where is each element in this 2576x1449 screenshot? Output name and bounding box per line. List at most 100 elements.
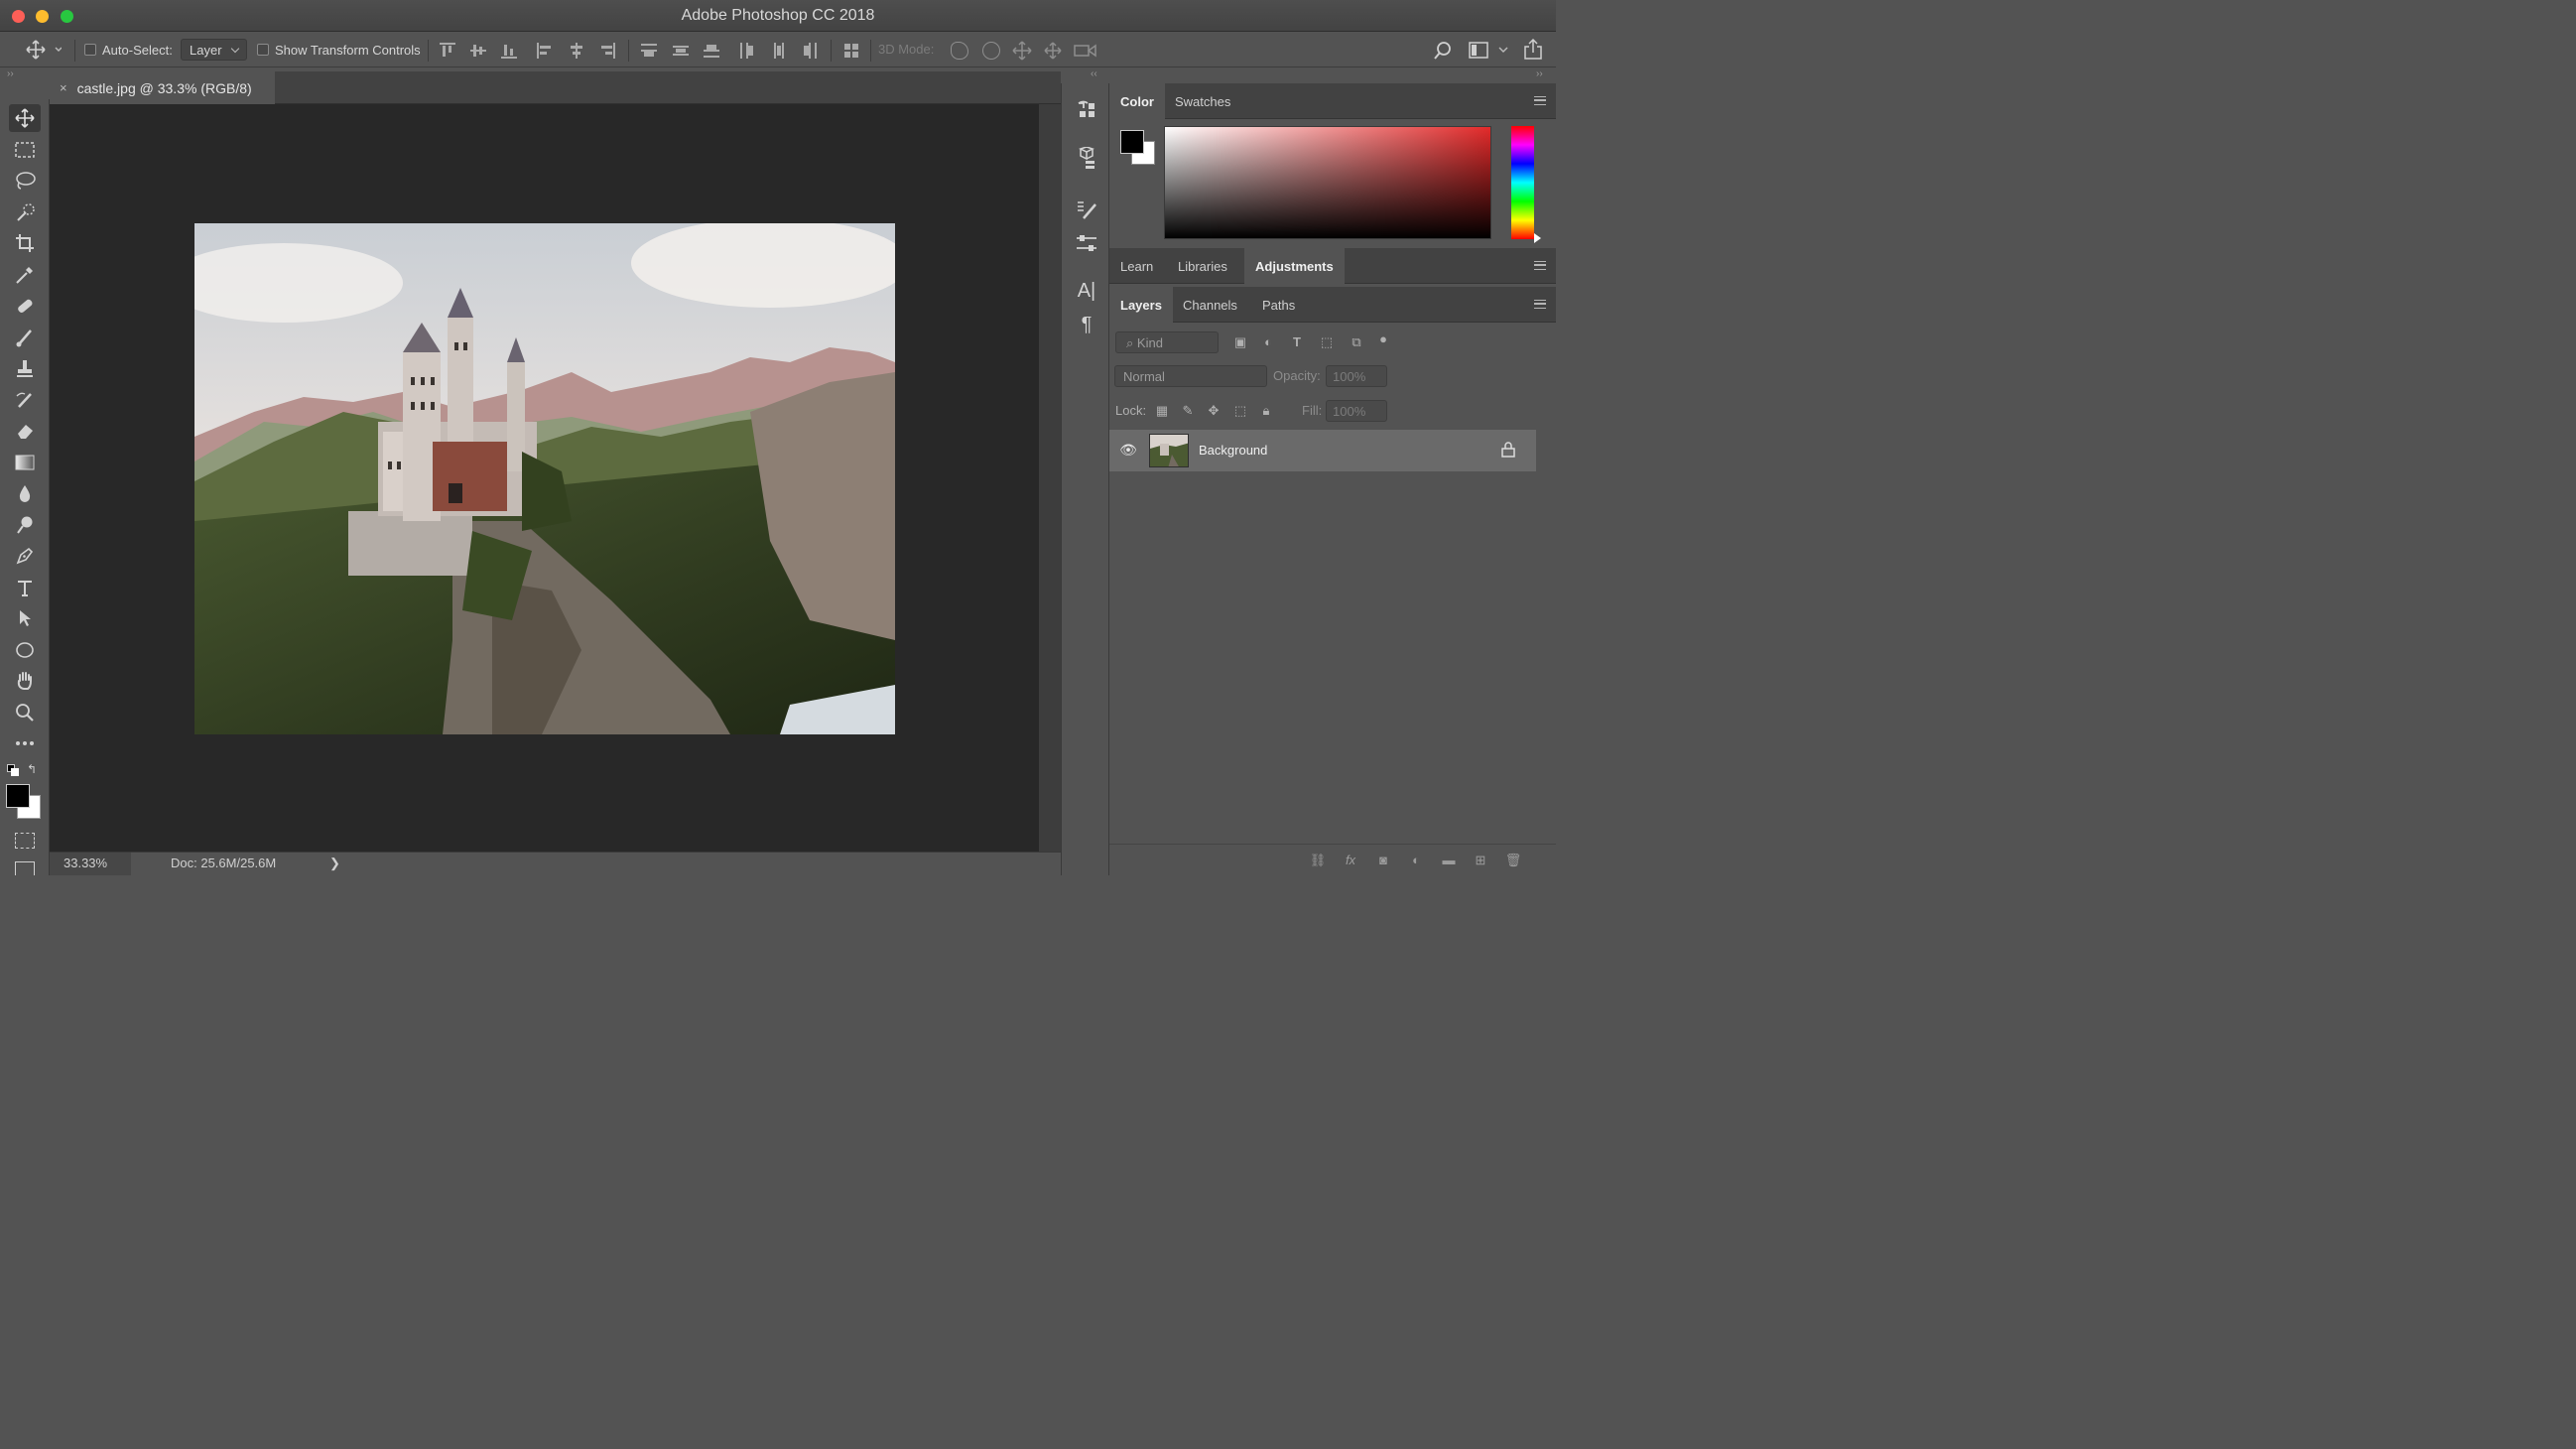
distribute-bottom-edges-icon[interactable] (704, 43, 719, 59)
delete-layer-trash-icon[interactable]: 🗑︎ (1504, 853, 1522, 868)
opacity-field[interactable]: 100% (1326, 365, 1387, 387)
tab-paths[interactable]: Paths (1251, 287, 1306, 323)
document-tab-castle[interactable]: × castle.jpg @ 33.3% (RGB/8) (50, 71, 275, 104)
filter-adjustment-layers-icon[interactable]: ◐ (1260, 334, 1276, 350)
panel-dock-collapse-icon[interactable]: ‹‹ (1091, 68, 1097, 79)
tab-learn[interactable]: Learn (1109, 248, 1164, 284)
lock-artboard-icon[interactable]: ⬚ (1232, 403, 1248, 419)
hue-slider-handle-icon[interactable] (1534, 233, 1541, 243)
3d-scale-icon[interactable] (1074, 43, 1097, 59)
fill-field[interactable]: 100% (1326, 400, 1387, 422)
blur-tool[interactable] (9, 479, 41, 507)
healing-brush-tool[interactable] (9, 292, 41, 320)
canvas-area[interactable] (50, 104, 1039, 852)
3d-slide-icon[interactable] (1043, 41, 1063, 61)
color-panel-foreground-swatch[interactable] (1120, 130, 1144, 154)
filter-pixel-layers-icon[interactable]: ▣ (1232, 334, 1248, 350)
auto-select-check[interactable] (84, 44, 96, 56)
layers-panel-menu-icon[interactable] (1534, 300, 1546, 309)
link-layers-icon[interactable]: ⛓︎ (1309, 853, 1327, 868)
blend-mode-dropdown[interactable]: Normal (1114, 365, 1267, 387)
brush-tool[interactable] (9, 324, 41, 351)
align-bottom-edges-icon[interactable] (501, 43, 517, 59)
align-horizontal-centers-icon[interactable] (569, 43, 584, 59)
more-tools[interactable] (9, 729, 41, 757)
tab-swatches[interactable]: Swatches (1164, 83, 1241, 119)
distribute-right-edges-icon[interactable] (802, 43, 818, 59)
quick-selection-tool[interactable] (9, 198, 41, 226)
default-colors-icon[interactable] (7, 764, 21, 776)
3d-panel-icon[interactable] (1075, 146, 1098, 171)
quick-mask-icon[interactable] (15, 833, 35, 849)
eraser-tool[interactable] (9, 417, 41, 445)
layer-row-background[interactable]: 👁︎ Background (1109, 430, 1536, 471)
search-icon[interactable] (1433, 41, 1453, 61)
distribute-top-edges-icon[interactable] (641, 43, 657, 59)
tab-adjustments[interactable]: Adjustments (1244, 248, 1345, 284)
close-document-icon[interactable]: × (60, 80, 67, 95)
toolbar-expand-icon[interactable]: ›› (7, 68, 14, 79)
foreground-color-swatch[interactable] (6, 784, 30, 808)
auto-select-checkbox[interactable]: Auto-Select: (84, 32, 173, 67)
clone-stamp-tool[interactable] (9, 354, 41, 382)
color-spectrum-field[interactable] (1164, 126, 1491, 239)
align-top-edges-icon[interactable] (440, 43, 455, 59)
gradient-tool[interactable] (9, 449, 41, 476)
eyedropper-tool[interactable] (9, 261, 41, 289)
lock-position-icon[interactable]: ✥ (1206, 403, 1222, 419)
share-icon[interactable] (1523, 39, 1543, 61)
lasso-tool[interactable] (9, 167, 41, 195)
tab-color[interactable]: Color (1109, 83, 1165, 119)
type-tool[interactable] (9, 574, 41, 601)
workspace-switcher-icon[interactable] (1469, 42, 1508, 60)
layer-filter-kind-dropdown[interactable]: ⌕ Kind (1115, 331, 1219, 353)
new-layer-icon[interactable]: ⊞ (1472, 853, 1489, 868)
learn-panel-menu-icon[interactable] (1534, 261, 1546, 270)
filter-toggle-icon[interactable]: ● (1375, 331, 1391, 347)
new-adjustment-layer-icon[interactable]: ◐ (1407, 853, 1425, 868)
layer-lock-icon[interactable] (1501, 442, 1515, 458)
tab-layers[interactable]: Layers (1109, 287, 1173, 323)
brush-settings-panel-icon[interactable] (1075, 198, 1098, 222)
layer-visibility-eye-icon[interactable]: 👁︎ (1119, 442, 1137, 460)
history-panel-icon[interactable] (1075, 99, 1098, 123)
move-tool[interactable] (9, 104, 41, 132)
castle-image[interactable] (194, 223, 895, 734)
color-panel-menu-icon[interactable] (1534, 96, 1546, 105)
ellipse-tool[interactable] (9, 636, 41, 664)
dodge-tool[interactable] (9, 511, 41, 539)
tab-libraries[interactable]: Libraries (1167, 248, 1238, 284)
distribute-left-edges-icon[interactable] (739, 43, 755, 59)
align-right-edges-icon[interactable] (599, 43, 615, 59)
show-transform-controls-checkbox[interactable]: Show Transform Controls (257, 32, 421, 67)
align-left-edges-icon[interactable] (537, 43, 553, 59)
filter-type-layers-icon[interactable]: T (1289, 334, 1305, 350)
filter-shape-layers-icon[interactable]: ⬚ (1319, 334, 1335, 350)
align-vertical-centers-icon[interactable] (470, 43, 486, 59)
layer-style-fx-icon[interactable]: fx (1342, 853, 1359, 868)
3d-roll-icon[interactable] (982, 42, 1000, 60)
add-layer-mask-icon[interactable]: ◙ (1374, 853, 1392, 868)
rectangular-marquee-tool[interactable] (9, 136, 41, 164)
panels-expand-icon[interactable]: ›› (1536, 68, 1543, 79)
hue-slider[interactable] (1511, 126, 1534, 239)
hand-tool[interactable] (9, 667, 41, 695)
distribute-vertical-centers-icon[interactable] (673, 43, 689, 59)
distribute-horizontal-centers-icon[interactable] (771, 43, 787, 59)
lock-transparent-pixels-icon[interactable]: ▦ (1154, 403, 1170, 419)
lock-image-pixels-icon[interactable]: ✎ (1180, 403, 1196, 419)
tab-channels[interactable]: Channels (1172, 287, 1248, 323)
properties-panel-icon[interactable] (1075, 232, 1098, 256)
path-selection-tool[interactable] (9, 604, 41, 632)
canvas-vertical-scrollbar[interactable] (1039, 104, 1061, 852)
paragraph-panel-icon[interactable]: ¶ (1075, 314, 1098, 337)
3d-orbit-icon[interactable] (951, 42, 968, 60)
status-menu-arrow-icon[interactable]: ❯ (329, 856, 340, 871)
filter-smart-objects-icon[interactable]: ⧉ (1349, 334, 1364, 350)
character-panel-icon[interactable]: A| (1075, 280, 1098, 304)
swap-colors-icon[interactable]: ↰ (27, 762, 37, 776)
crop-tool[interactable] (9, 229, 41, 257)
pen-tool[interactable] (9, 542, 41, 570)
zoom-tool[interactable] (9, 699, 41, 726)
lock-all-icon[interactable]: 🔒︎ (1258, 403, 1274, 419)
